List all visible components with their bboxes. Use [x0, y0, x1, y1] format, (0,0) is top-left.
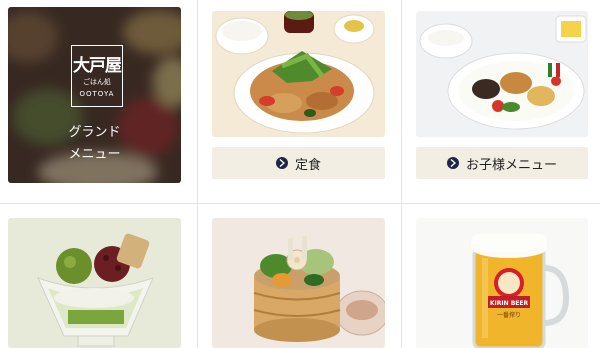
kids-menu-button[interactable]: お子様メニュー — [416, 147, 588, 179]
teishoku-label: 定食 — [294, 157, 321, 173]
grid-divider — [0, 203, 600, 204]
chevron-right-icon — [275, 157, 288, 169]
beer-sub-label: 一番搾り — [497, 311, 521, 319]
grand-menu-title: グランド メニュー — [8, 122, 181, 166]
beer-photo: KIRIN BEER 一番搾り — [416, 218, 588, 348]
logo-english: OOTOYA — [79, 90, 115, 98]
grid-divider — [197, 0, 198, 348]
kids-menu-photo — [416, 11, 588, 137]
ootoya-logo: 大戸屋 ごはん処 OOTOYA — [71, 45, 123, 107]
seiro-image[interactable] — [212, 218, 385, 348]
kids-menu-image[interactable] — [416, 11, 588, 137]
teishoku-photo — [212, 11, 385, 137]
grand-menu-title-line2: メニュー — [68, 147, 121, 162]
teishoku-image[interactable] — [212, 11, 385, 137]
grid-divider — [401, 0, 402, 348]
kids-menu-label: お子様メニュー — [465, 157, 557, 173]
menu-grid: 大戸屋 ごはん処 OOTOYA グランド メニュー 定食 お子様メニュー KIR… — [0, 0, 600, 348]
dessert-image[interactable] — [8, 218, 181, 348]
grand-menu-tile[interactable]: 大戸屋 ごはん処 OOTOYA グランド メニュー — [8, 7, 181, 183]
beer-image[interactable]: KIRIN BEER 一番搾り — [416, 218, 588, 348]
teishoku-button[interactable]: 定食 — [212, 147, 385, 179]
beer-brand-label: KIRIN BEER — [490, 300, 529, 307]
logo-subtitle: ごはん処 — [83, 78, 111, 86]
parfait-photo — [8, 218, 181, 348]
logo-kanji: 大戸屋 — [73, 56, 122, 76]
grand-menu-title-line1: グランド — [68, 125, 121, 140]
chevron-right-icon — [446, 157, 459, 169]
seiro-photo — [212, 218, 385, 348]
